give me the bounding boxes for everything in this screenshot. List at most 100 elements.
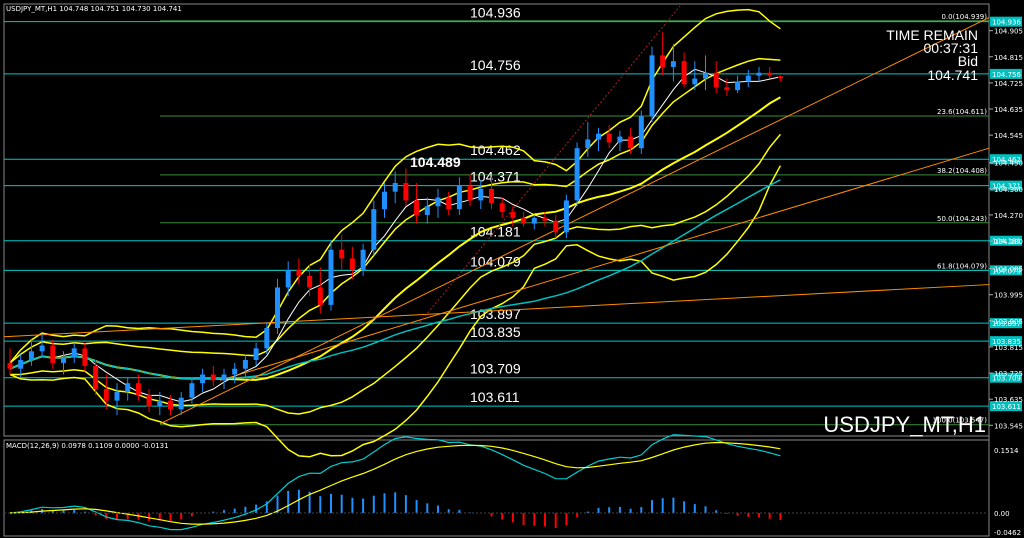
axis-tick-label: 104.815 bbox=[994, 54, 1023, 62]
candle-body bbox=[542, 217, 548, 221]
candle-body bbox=[585, 139, 591, 149]
candle-body bbox=[531, 217, 537, 224]
candle-body bbox=[392, 183, 398, 192]
candle-body bbox=[510, 212, 516, 218]
level-label: 103.611 bbox=[470, 389, 520, 405]
candle-body bbox=[242, 360, 248, 369]
level-label: 103.835 bbox=[470, 324, 521, 340]
ma-fast bbox=[9, 68, 781, 403]
candle-body bbox=[189, 383, 195, 398]
macd-indicator: 0.1514 0.00 -0.0462 bbox=[4, 434, 1021, 537]
candle-body bbox=[50, 345, 56, 363]
candle-body bbox=[670, 61, 676, 67]
candle-body bbox=[563, 200, 569, 233]
bollinger-inner-upper bbox=[9, 57, 781, 364]
candle-body bbox=[296, 270, 302, 276]
candle-body bbox=[692, 78, 698, 85]
candle-body bbox=[114, 391, 120, 401]
candle-body bbox=[606, 133, 612, 143]
macd-panel-frame bbox=[3, 439, 990, 537]
ma-slow bbox=[9, 179, 781, 380]
candle-body bbox=[135, 383, 141, 395]
candle-body bbox=[756, 72, 762, 76]
candle-body bbox=[489, 188, 494, 204]
candle-body bbox=[39, 345, 45, 352]
candle-body bbox=[382, 191, 387, 210]
macd-axis-label: 0.00 bbox=[994, 510, 1010, 518]
candle-body bbox=[253, 348, 259, 361]
candle-body bbox=[660, 55, 666, 67]
candle-body bbox=[703, 72, 708, 79]
candle-body bbox=[681, 61, 687, 85]
axis-tick-label: 103.545 bbox=[994, 422, 1023, 430]
candle-body bbox=[71, 348, 77, 358]
axis-tick-label: 104.545 bbox=[994, 132, 1023, 140]
axis-tick-label: 104.635 bbox=[994, 106, 1023, 114]
chart-header: USDJPY_MT,H1 104.748 104.751 104.730 104… bbox=[6, 5, 182, 13]
candle-body bbox=[553, 220, 559, 233]
axis-tick-label: 104.450 bbox=[994, 160, 1023, 168]
candle-body bbox=[7, 362, 13, 369]
axis-tick-label: 104.270 bbox=[994, 212, 1023, 220]
candle-body bbox=[628, 136, 634, 149]
bid-value: 104.741 bbox=[927, 67, 978, 83]
candle-body bbox=[403, 183, 409, 201]
candle-body bbox=[467, 185, 473, 201]
chart-canvas[interactable]: 0.0(104.939) 23.6(104.611) 38.2(104.408) 50… bbox=[0, 0, 1024, 538]
candle-body bbox=[649, 55, 655, 117]
candle-body bbox=[777, 76, 783, 79]
candle-body bbox=[82, 348, 88, 366]
fib-label: 0.0(104.939) bbox=[941, 13, 987, 21]
candle-body bbox=[200, 374, 206, 384]
candle-body bbox=[745, 75, 751, 82]
candle-body bbox=[221, 374, 227, 381]
candle-body bbox=[157, 400, 163, 407]
trendline bbox=[159, 17, 990, 425]
axis-tick-label: 104.180 bbox=[994, 238, 1023, 246]
candle-body bbox=[103, 389, 109, 401]
ma-mid bbox=[9, 96, 781, 381]
candle-body bbox=[424, 206, 430, 215]
level-label: 103.709 bbox=[470, 361, 521, 377]
candle-body bbox=[735, 81, 741, 91]
trendline bbox=[219, 147, 990, 381]
candle-body bbox=[146, 394, 152, 407]
candle-body bbox=[93, 365, 99, 390]
peak-price-label: 104.489 bbox=[410, 154, 461, 170]
fib-label: 38.2(104.408) bbox=[937, 167, 987, 175]
candle-body bbox=[18, 360, 24, 369]
level-label: 104.936 bbox=[470, 5, 521, 21]
candle-body bbox=[478, 188, 484, 201]
bollinger-outer-lower bbox=[9, 165, 782, 458]
fib-label: 23.6(104.611) bbox=[937, 108, 987, 116]
candle-body bbox=[435, 197, 441, 207]
fib-label: 61.8(104.079) bbox=[937, 262, 987, 270]
candle-body bbox=[317, 287, 323, 305]
level-label: 104.756 bbox=[470, 57, 521, 73]
candle-body bbox=[446, 197, 452, 210]
macd-axis-label: -0.0462 bbox=[994, 529, 1021, 537]
price-axis: 104.905 104.815 104.725 104.635 104.545 104.4… bbox=[989, 28, 1023, 430]
candle-body bbox=[499, 203, 505, 213]
candle-body bbox=[414, 200, 420, 215]
candle-body bbox=[360, 249, 366, 271]
candle-body bbox=[638, 116, 644, 149]
axis-tick-label: 103.995 bbox=[994, 292, 1023, 300]
candle-body bbox=[232, 368, 238, 375]
macd-label: MACD(12,26,9) 0.0978 0.1109 0.0000 -0.01… bbox=[6, 442, 169, 450]
candle-body bbox=[371, 209, 377, 250]
candle-body bbox=[168, 400, 173, 410]
candle-body bbox=[596, 133, 601, 140]
candle-body bbox=[61, 357, 66, 363]
candle-body bbox=[264, 328, 270, 349]
candle-body bbox=[307, 275, 313, 288]
candle-body bbox=[178, 397, 184, 410]
axis-tick-label: 104.725 bbox=[994, 80, 1023, 88]
axis-tick-label: 104.905 bbox=[994, 28, 1023, 36]
candle-body bbox=[28, 351, 34, 361]
axis-tick-label: 103.725 bbox=[994, 370, 1023, 378]
candle-body bbox=[617, 136, 623, 143]
axis-tick-label: 103.635 bbox=[994, 396, 1023, 404]
axis-tick-label: 104.085 bbox=[994, 266, 1023, 274]
axis-tick-label: 103.815 bbox=[994, 344, 1023, 352]
